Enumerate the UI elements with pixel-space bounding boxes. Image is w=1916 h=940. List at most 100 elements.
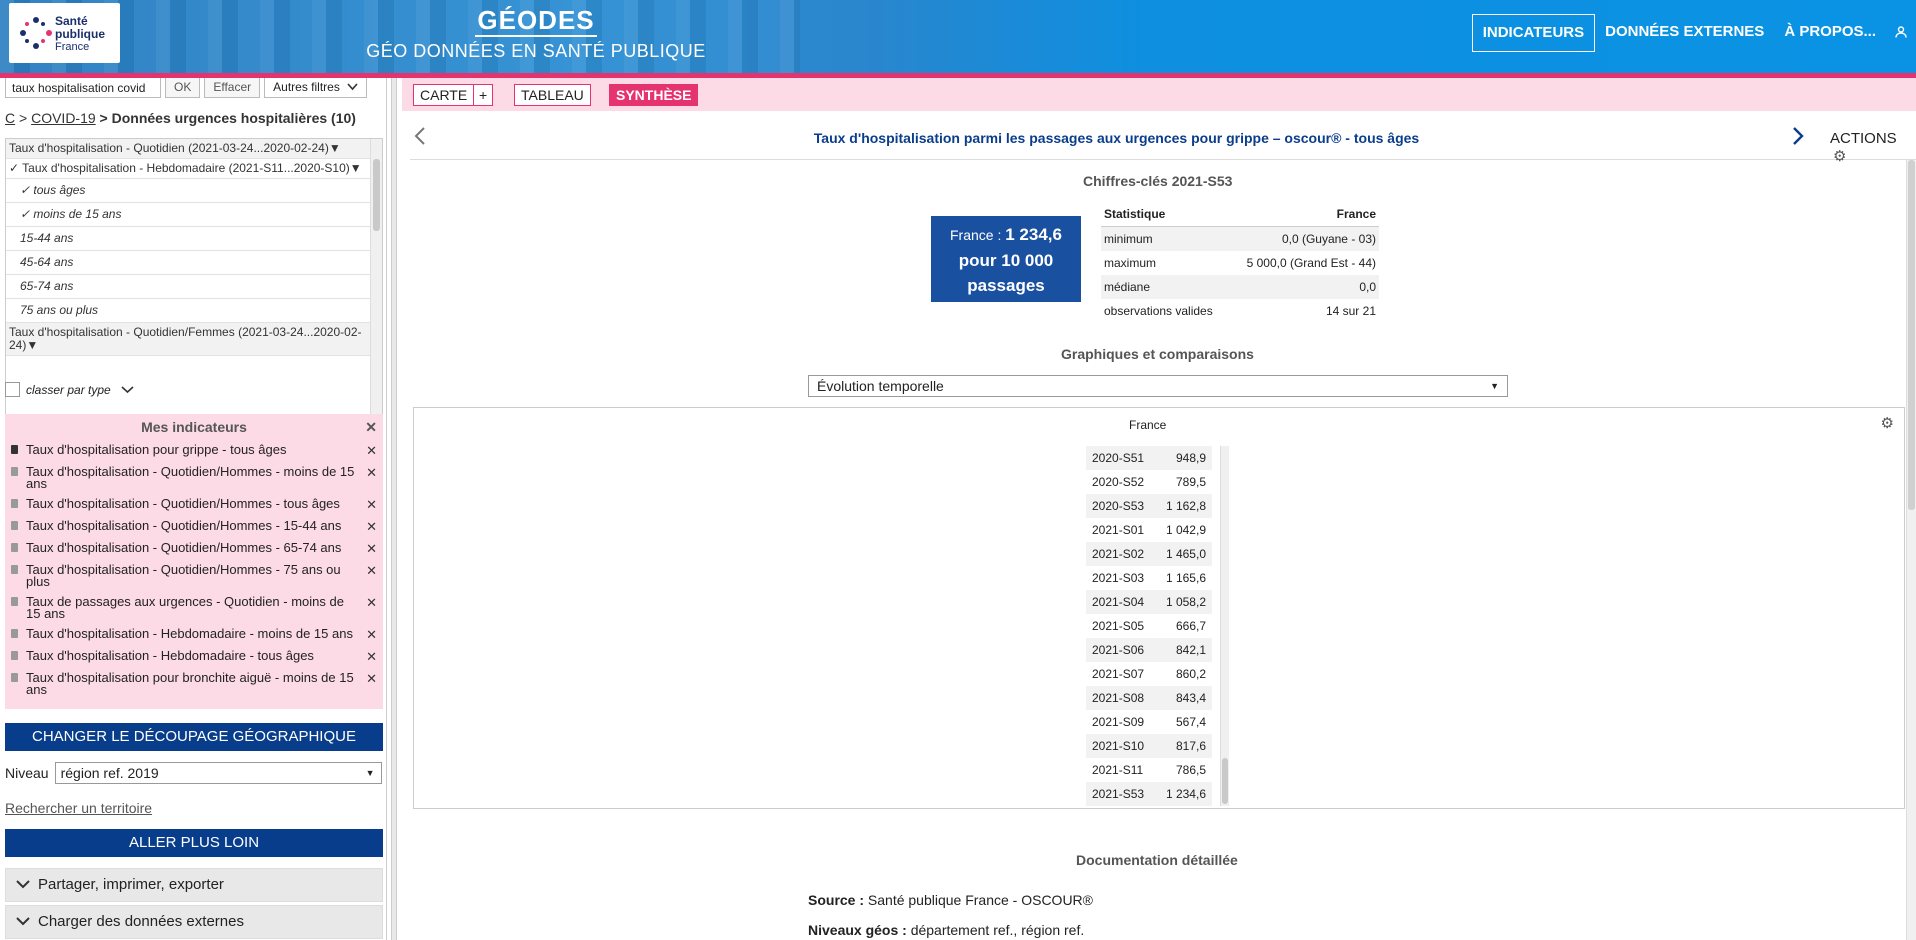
indicator-item[interactable]: 45-64 ans <box>6 251 382 275</box>
actions-label: ACTIONS <box>1830 130 1897 147</box>
mes-indicateur-item[interactable]: Taux d'hospitalisation pour grippe - tou… <box>5 440 383 462</box>
indicator-item[interactable]: 65-74 ans <box>6 275 382 299</box>
evolution-panel: ⚙ France 2020-S51 948,9 2020-S52 789,5 202… <box>413 407 1905 809</box>
nav-donnees-externes[interactable]: DONNÉES EXTERNES <box>1595 14 1774 52</box>
indicator-item[interactable]: 75 ans ou plus <box>6 299 382 323</box>
accordion-charger[interactable]: Charger des données externes <box>5 905 383 939</box>
doc-niveaux-value: département ref., région ref. <box>910 922 1085 938</box>
breadcrumb-covid[interactable]: COVID-19 <box>31 110 96 126</box>
indicator-item[interactable]: 15-44 ans <box>6 227 382 251</box>
search-input[interactable] <box>5 78 161 98</box>
remove-icon[interactable]: ✕ <box>366 542 377 555</box>
mes-indicateurs-panel: Mes indicateurs ✕ Taux d'hospitalisation… <box>5 414 383 709</box>
tab-tableau[interactable]: TABLEAU <box>514 84 591 106</box>
mes-indicateur-item[interactable]: Taux d'hospitalisation - Hebdomadaire - … <box>5 624 383 646</box>
document-icon <box>11 629 18 638</box>
chevron-down-icon <box>16 906 30 938</box>
stat-label: maximum <box>1104 256 1157 270</box>
mes-indicateur-item[interactable]: Taux d'hospitalisation - Quotidien/Homme… <box>5 494 383 516</box>
table-caption: France <box>1129 418 1167 432</box>
remove-icon[interactable]: ✕ <box>366 650 377 663</box>
search-ok-button[interactable]: OK <box>165 78 201 98</box>
doc-niveaux: Niveaux géos : département ref., région … <box>808 922 1084 938</box>
nav-a-propos[interactable]: À PROPOS... <box>1774 14 1886 52</box>
mes-indicateur-item[interactable]: Taux d'hospitalisation - Quotidien/Homme… <box>5 560 383 592</box>
rechercher-territoire-link[interactable]: Rechercher un territoire <box>5 800 152 816</box>
kpi-line2: pour 10 000 <box>958 251 1054 270</box>
doc-source-value: Santé publique France - OSCOUR® <box>867 892 1093 908</box>
table-row: 2020-S51 948,9 <box>1086 446 1212 470</box>
change-geo-button[interactable]: CHANGER LE DÉCOUPAGE GÉOGRAPHIQUE <box>5 723 383 751</box>
gear-icon[interactable]: ⚙ <box>1881 414 1894 432</box>
week-cell: 2021-S11 <box>1092 763 1144 777</box>
value-cell: 789,5 <box>1175 475 1206 489</box>
indicator-group-open[interactable]: ✓ Taux d'hospitalisation - Hebdomadaire … <box>6 159 382 179</box>
niveau-select[interactable]: région ref. 2019 ▼ <box>54 762 382 784</box>
nav-indicateurs[interactable]: INDICATEURS <box>1471 14 1596 52</box>
view-tabs: CARTE + TABLEAU SYNTHÈSE <box>402 78 1916 111</box>
other-filters-button[interactable]: Autres filtres <box>264 78 368 98</box>
mes-indicateur-item[interactable]: Taux d'hospitalisation - Hebdomadaire - … <box>5 646 383 668</box>
mes-indicateur-item[interactable]: Taux d'hospitalisation - Quotidien/Homme… <box>5 516 383 538</box>
graph-type-value: Évolution temporelle <box>817 378 944 394</box>
niveau-row: Niveau région ref. 2019 ▼ <box>5 762 382 784</box>
search-bar: OK Effacer Autres filtres <box>5 78 368 98</box>
tab-carte-add[interactable]: + <box>473 84 494 106</box>
value-cell: 1 162,8 <box>1165 499 1206 513</box>
mes-indicateur-item[interactable]: Taux d'hospitalisation pour bronchite ai… <box>5 668 383 700</box>
remove-icon[interactable]: ✕ <box>366 498 377 511</box>
remove-icon[interactable]: ✕ <box>366 672 377 685</box>
graph-type-select[interactable]: Évolution temporelle ▼ <box>808 375 1508 397</box>
logo-line2: publique <box>55 27 105 41</box>
week-cell: 2021-S03 <box>1092 571 1145 585</box>
actions-menu[interactable]: ACTIONS ⚙ <box>1830 130 1916 165</box>
mes-indicateur-label: Taux d'hospitalisation - Hebdomadaire - … <box>26 648 314 663</box>
aller-plus-loin-button[interactable]: ALLER PLUS LOIN <box>5 829 383 857</box>
accordion-partager[interactable]: Partager, imprimer, exporter <box>5 868 383 902</box>
mes-indicateur-label: Taux d'hospitalisation pour grippe - tou… <box>26 442 287 457</box>
kpi-box: France : 1 234,6 pour 10 000 passages <box>931 216 1081 302</box>
key-figures-title: Chiffres-clés 2021-S53 <box>1083 173 1233 189</box>
table-row: 2021-S06 842,1 <box>1086 638 1212 662</box>
mes-indicateur-item[interactable]: Taux de passages aux urgences - Quotidie… <box>5 592 383 624</box>
remove-icon[interactable]: ✕ <box>366 628 377 641</box>
document-icon <box>11 467 18 476</box>
indicator-item[interactable]: ✓ moins de 15 ans <box>6 203 382 227</box>
week-cell: 2020-S53 <box>1092 499 1145 513</box>
chevron-right-icon[interactable] <box>1792 126 1804 152</box>
stats-header-row: Statistique France <box>1101 202 1379 227</box>
chevron-down-icon[interactable] <box>121 383 134 397</box>
remove-icon[interactable]: ✕ <box>366 564 377 577</box>
breadcrumb-root[interactable]: C <box>5 110 15 126</box>
mes-indicateur-label: Taux d'hospitalisation - Quotidien/Homme… <box>26 496 340 511</box>
indicator-group[interactable]: Taux d'hospitalisation - Quotidien (2021… <box>6 139 382 159</box>
main-scrollbar[interactable] <box>1906 160 1916 940</box>
evolution-table-scrollbar[interactable] <box>1220 446 1229 806</box>
week-cell: 2021-S01 <box>1092 523 1145 537</box>
breadcrumb-sep: > <box>15 110 32 126</box>
close-icon[interactable]: ✕ <box>365 419 377 436</box>
mes-indicateur-item[interactable]: Taux d'hospitalisation - Quotidien/Homme… <box>5 538 383 560</box>
user-icon[interactable] <box>1886 25 1916 41</box>
search-clear-button[interactable]: Effacer <box>204 78 261 98</box>
classer-checkbox[interactable] <box>5 382 20 397</box>
tab-carte[interactable]: CARTE <box>413 84 475 106</box>
sante-publique-logo[interactable]: Santé publique France <box>9 3 120 63</box>
remove-icon[interactable]: ✕ <box>366 466 377 479</box>
indicator-group[interactable]: Taux d'hospitalisation - Quotidien/Femme… <box>6 323 382 356</box>
week-cell: 2021-S04 <box>1092 595 1145 609</box>
remove-icon[interactable]: ✕ <box>366 596 377 609</box>
indicator-item[interactable]: ✓ tous âges <box>6 179 382 203</box>
remove-icon[interactable]: ✕ <box>366 520 377 533</box>
value-cell: 817,6 <box>1175 739 1206 753</box>
indicator-list: Taux d'hospitalisation - Quotidien (2021… <box>5 138 383 456</box>
doc-title: Documentation détaillée <box>1076 852 1238 868</box>
mes-indicateur-label: Taux d'hospitalisation - Hebdomadaire - … <box>26 626 353 641</box>
doc-niveaux-label: Niveaux géos : <box>808 922 911 938</box>
breadcrumb: C > COVID-19 > Données urgences hospital… <box>5 110 356 126</box>
remove-icon[interactable]: ✕ <box>366 444 377 457</box>
tab-synthese[interactable]: SYNTHÈSE <box>609 84 699 106</box>
mes-indicateur-item[interactable]: Taux d'hospitalisation - Quotidien/Homme… <box>5 462 383 494</box>
indicator-list-scrollbar[interactable] <box>370 139 382 455</box>
panel-splitter[interactable] <box>386 78 402 940</box>
